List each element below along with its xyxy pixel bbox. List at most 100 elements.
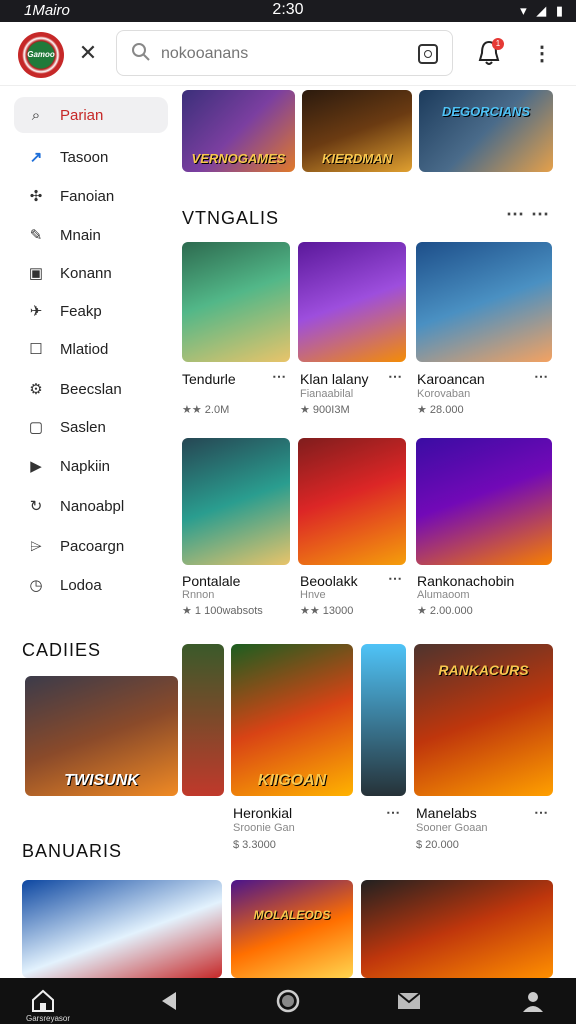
sidebar-item-11[interactable]: ⌲ Pacoargn (14, 528, 168, 564)
featured-thumb[interactable]: TWISUNK (25, 676, 178, 796)
home-circle-icon[interactable] (275, 988, 301, 1014)
video-icon: ▶ (30, 458, 42, 475)
sidebar-item-label: Nanoabpl (60, 497, 125, 515)
card-menu-icon[interactable]: ⋯ (272, 368, 287, 385)
sidebar-item-3[interactable]: ✎ Mnain (14, 217, 168, 253)
card-rating: ★ 1 100wabsots (182, 605, 263, 617)
banner-0[interactable]: VERNOGAMES (182, 90, 295, 172)
banner-1[interactable]: KIERDMAN (302, 90, 412, 172)
card-subtitle: Hnve (300, 589, 326, 601)
sidebar-item-7[interactable]: ⚙ Beecslan (14, 371, 168, 407)
game-thumb[interactable] (416, 438, 552, 565)
card-rating: $ 20.000 (416, 839, 459, 851)
card-title[interactable]: Beoolakk (300, 573, 358, 589)
refresh-icon: ↻ (29, 498, 43, 515)
sidebar-item-10[interactable]: ↻ Nanoabpl (14, 488, 168, 524)
card-rating: ★★ 13000 (300, 605, 354, 617)
sidebar-item-8[interactable]: ▢ Saslen (14, 409, 168, 445)
card-menu-icon[interactable]: ⋯ (388, 570, 403, 587)
app-logo[interactable]: Gamoo (18, 32, 64, 78)
card-menu-icon[interactable]: ⋯ (534, 804, 549, 821)
sidebar-item-label: Pacoargn (60, 537, 125, 555)
sidebar-item-label: Fanoian (60, 187, 115, 205)
card-menu-icon[interactable]: ⋯ (386, 804, 401, 821)
card-title[interactable]: Klan lalany (300, 371, 369, 387)
featured-title: TWISUNK (64, 772, 139, 789)
card-title[interactable]: Pontalale (182, 573, 240, 589)
bottom-nav: Garsreyasor (0, 978, 576, 1024)
card-rating: ★★ 2.0M (182, 404, 230, 416)
card-subtitle: Korovaban (417, 388, 471, 400)
notification-badge: 1 (492, 38, 504, 50)
trending-icon: ↗ (29, 149, 43, 166)
more-options-icon[interactable]: ⋮ (532, 40, 552, 68)
game-art-title: MOLALEODS (253, 908, 331, 922)
puzzle-icon: ✣ (29, 188, 43, 205)
game-thumb[interactable] (298, 242, 406, 362)
top-bar: Gamoo ✕ 1 ⋮ (0, 22, 576, 86)
box-icon: ▢ (28, 419, 44, 436)
card-rating: $ 3.3000 (233, 839, 276, 851)
card-rating: ★ 900I3M (300, 404, 350, 416)
section-title: VTNGALIS (182, 208, 280, 228)
search-icon (132, 43, 150, 61)
square-icon: ☐ (29, 341, 43, 358)
clock-icon: ◷ (29, 577, 43, 594)
sidebar-item-4[interactable]: ▣ Konann (14, 255, 168, 291)
game-thumb[interactable] (182, 644, 224, 796)
sidebar-item-label: Lodoa (60, 576, 102, 594)
status-time: 2:30 (272, 1, 304, 18)
sidebar-item-12[interactable]: ◷ Lodoa (14, 567, 168, 603)
card-title[interactable]: Rankonachobin (417, 573, 514, 589)
banner-title: DEGORCIANS (441, 104, 531, 119)
game-art-title: KIIGOAN (257, 772, 327, 789)
game-thumb[interactable]: MOLALEODS (231, 880, 353, 978)
game-thumb[interactable] (182, 438, 290, 565)
home-icon[interactable] (30, 988, 56, 1014)
sidebar-item-label: Mlatiod (60, 340, 109, 358)
sidebar-item-0[interactable]: ⌕ Parian (14, 97, 168, 133)
game-thumb[interactable] (416, 242, 552, 362)
card-subtitle: Fianaabilal (300, 388, 354, 400)
camera-search-icon[interactable] (418, 44, 438, 64)
search-box[interactable] (116, 30, 453, 76)
banner-2[interactable]: DEGORCIANS (419, 90, 553, 172)
card-icon: ▣ (28, 265, 44, 282)
close-button[interactable]: ✕ (76, 40, 100, 66)
game-thumb[interactable] (22, 880, 222, 978)
sidebar-item-1[interactable]: ↗ Tasoon (14, 139, 168, 175)
search-input[interactable] (161, 41, 401, 67)
card-menu-icon[interactable]: ⋯ (534, 368, 549, 385)
more-icon[interactable]: ⋯ ⋯ (506, 204, 550, 225)
sidebar-item-6[interactable]: ☐ Mlatiod (14, 331, 168, 367)
back-icon[interactable] (156, 988, 182, 1014)
plane-icon: ✈ (29, 303, 43, 320)
game-thumb[interactable] (361, 644, 406, 796)
close-icon: ✕ (78, 40, 98, 65)
sidebar-item-label: Parian (60, 106, 104, 124)
home-label: Garsreyasor (26, 1014, 71, 1023)
sidebar-item-5[interactable]: ✈ Feakp (14, 293, 168, 329)
game-art-title: RANKACURS (438, 662, 529, 678)
logo-text: Gamoo (27, 50, 55, 59)
card-title[interactable]: Karoancan (417, 371, 485, 387)
game-thumb[interactable] (298, 438, 406, 565)
sidebar-item-label: Feakp (60, 302, 102, 320)
sidebar-item-label: Tasoon (60, 148, 109, 166)
game-thumb[interactable] (182, 242, 290, 362)
sidebar-item-9[interactable]: ▶ Napkiin (14, 448, 168, 484)
gear-icon: ⚙ (29, 381, 43, 398)
game-thumb[interactable]: KIIGOAN (231, 644, 353, 796)
card-menu-icon[interactable]: ⋯ (388, 368, 403, 385)
card-subtitle: Rnnon (182, 589, 215, 601)
profile-icon[interactable] (520, 988, 546, 1014)
game-thumb[interactable]: RANKACURS (414, 644, 553, 796)
card-title[interactable]: Tendurle (182, 371, 236, 387)
mail-icon[interactable] (396, 988, 422, 1014)
sidebar-item-label: Saslen (60, 418, 106, 436)
card-title[interactable]: Heronkial (233, 805, 292, 821)
card-title[interactable]: Manelabs (416, 805, 477, 821)
card-subtitle: Alumaoom (417, 589, 470, 601)
game-thumb[interactable] (361, 880, 553, 978)
sidebar-item-2[interactable]: ✣ Fanoian (14, 178, 168, 214)
